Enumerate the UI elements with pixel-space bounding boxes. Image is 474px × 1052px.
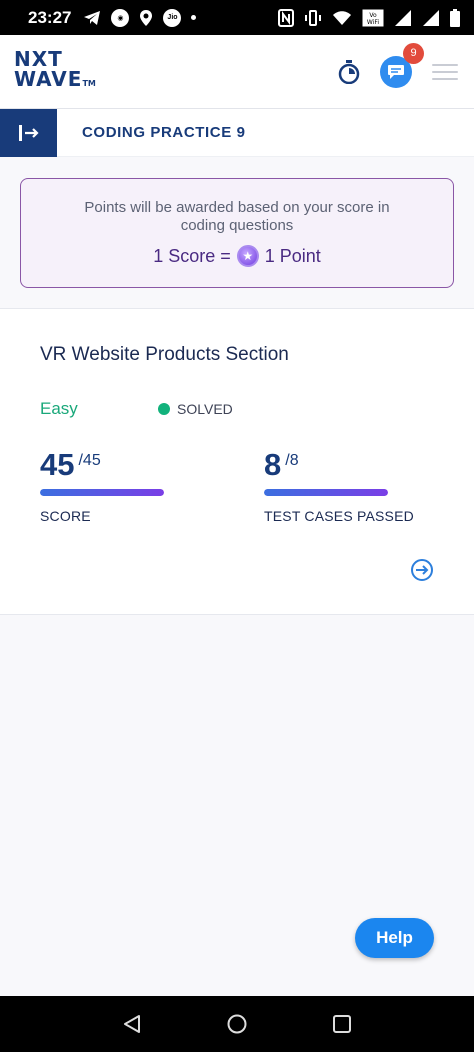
status-badge: SOLVED: [158, 401, 233, 417]
question-title[interactable]: VR Website Products Section: [40, 344, 289, 366]
nfc-icon: [278, 8, 294, 27]
rate-right-text: 1 Point: [264, 245, 321, 266]
signal-icon: [395, 9, 411, 26]
notification-badge: 9: [403, 42, 424, 64]
score-label: SCORE: [40, 508, 91, 524]
question-card[interactable]: VR Website Products Section Easy SOLVED …: [0, 308, 474, 615]
score-total: /45: [78, 452, 101, 469]
tests-progress-fill: [264, 489, 388, 496]
score-progress-bar: [40, 489, 164, 496]
more-notifications-dot: [191, 15, 197, 20]
signal-2-icon: [423, 9, 439, 26]
wifi-icon: [333, 10, 351, 25]
timer-icon[interactable]: [338, 59, 360, 84]
logo-trademark: TM: [82, 79, 96, 88]
chat-icon: [388, 64, 404, 79]
points-info-box: Points will be awarded based on your sco…: [20, 178, 454, 288]
nav-home-icon[interactable]: [226, 1013, 248, 1035]
page-title: CODING PRACTICE 9: [82, 124, 246, 141]
logo-line-2: WAVE: [14, 67, 83, 91]
star-coin-icon: ★: [236, 245, 259, 267]
tests-metric: 8/8 TEST CASES PASSED: [264, 447, 414, 524]
svg-text:WiFi: WiFi: [367, 19, 379, 26]
nxtwave-logo[interactable]: NXT WAVETM: [14, 49, 96, 94]
chat-button[interactable]: 9: [380, 42, 424, 88]
help-button[interactable]: Help: [355, 918, 434, 958]
hamburger-icon[interactable]: [432, 63, 458, 80]
app-header: NXT WAVETM 9: [0, 35, 474, 109]
vibrate-icon: [305, 9, 321, 26]
telegram-icon: [84, 10, 101, 25]
points-message: Points will be awarded based on your sco…: [84, 199, 390, 234]
tests-label: TEST CASES PASSED: [264, 508, 414, 524]
battery-icon: [450, 8, 460, 27]
jio-icon: Jio: [163, 8, 182, 27]
logo-line-1: NXT: [14, 47, 63, 71]
nav-recents-icon[interactable]: [332, 1014, 352, 1034]
tests-total: /8: [285, 452, 299, 469]
tests-value: 8: [264, 447, 282, 482]
open-question-button[interactable]: [411, 559, 433, 581]
status-time: 23:27: [28, 7, 72, 27]
practice-title-bar: CODING PRACTICE 9: [0, 108, 474, 157]
arrow-right-circle-icon: [416, 565, 429, 575]
score-progress-fill: [40, 489, 164, 496]
sidebar-expand-button[interactable]: [0, 108, 57, 157]
sidebar-expand-icon: [18, 124, 39, 141]
location-icon: [140, 9, 153, 26]
nav-back-icon[interactable]: [122, 1014, 142, 1034]
status-text: SOLVED: [177, 401, 233, 417]
score-metric: 45/45 SCORE: [40, 447, 164, 524]
location-icon: ◉: [111, 8, 130, 27]
score-value: 45: [40, 447, 75, 482]
points-rate: 1 Score = ★ 1 Point: [21, 245, 453, 267]
difficulty-label: Easy: [40, 399, 78, 418]
wifi-calling-icon: VoWiFi: [362, 9, 384, 26]
status-bar: 23:27 ◉ Jio Vo WiFi: [0, 0, 474, 35]
tests-progress-bar: [264, 489, 388, 496]
solved-dot-icon: [158, 403, 170, 415]
system-nav-bar: [0, 996, 474, 1052]
rate-left-text: 1 Score =: [153, 245, 231, 266]
svg-text:Vo: Vo: [369, 12, 377, 19]
